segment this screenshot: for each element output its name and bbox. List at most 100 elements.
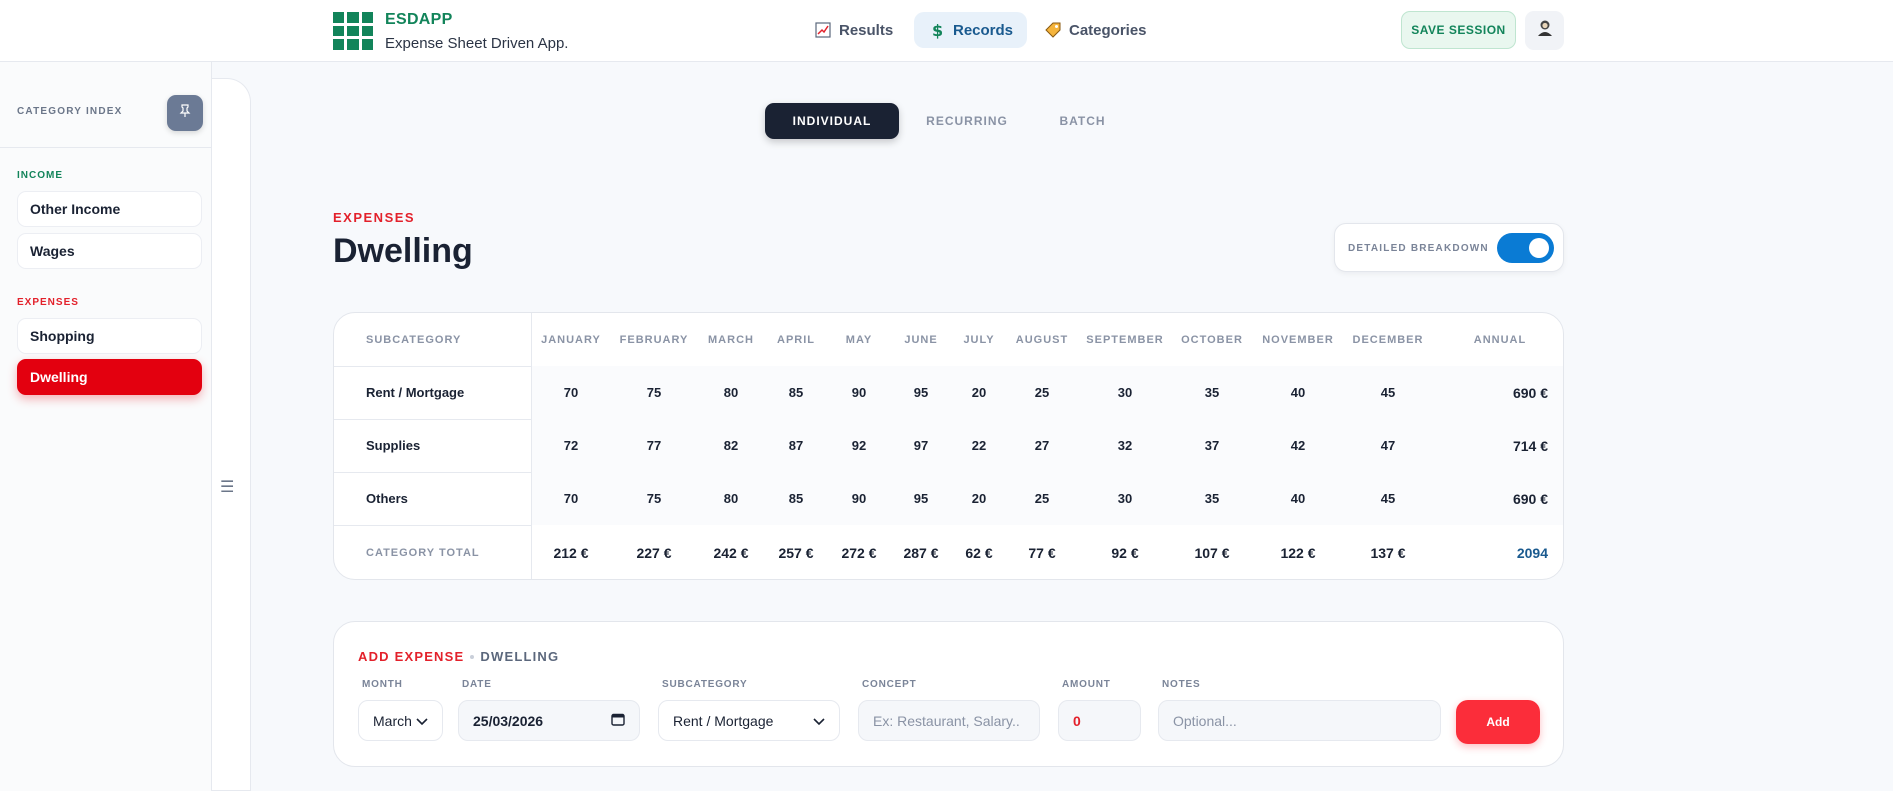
add-expense-category: DWELLING [480,649,560,664]
menu-icon: ☰ [220,479,235,496]
detailed-breakdown-toggle[interactable] [1497,233,1554,263]
table-cell-supplies-october[interactable]: 37 [1172,419,1252,472]
detailed-breakdown-control: DETAILED BREAKDOWN [1334,223,1564,272]
sidebar-section-income: INCOME [17,170,63,181]
amount-label: AMOUNT [1062,679,1111,690]
sidebar-item-other-income[interactable]: Other Income [17,191,202,227]
dollar-icon: $ [928,21,946,39]
table-cell-rent-mortgage-december[interactable]: 45 [1348,366,1428,419]
app-name: ESDAPP [385,11,453,28]
nav-records[interactable]: $ Records [914,12,1028,48]
notes-placeholder: Optional... [1173,712,1237,729]
table-annual-rent-mortgage: 690 € [1512,384,1548,401]
table-cell-supplies-august[interactable]: 27 [1002,419,1082,472]
table-header-january: JANUARY [541,333,601,346]
table-total-february: 227 € [636,545,672,561]
row-name-category-total: CATEGORY TOTAL [366,547,480,559]
table-cell-others-october[interactable]: 35 [1172,472,1252,525]
row-name-supplies: Supplies [366,438,421,453]
category-table: SUBCATEGORY JANUARY FEBRUARY MARCH APRIL MAY… [333,312,1564,580]
table-header-october: OCTOBER [1181,333,1243,346]
table-cell-supplies-december[interactable]: 47 [1348,419,1428,472]
add-expense-form: ADD EXPENSE DWELLING MONTH March DATE 25… [333,621,1564,767]
table-cell-rent-mortgage-november[interactable]: 40 [1258,366,1338,419]
table-cell-others-november[interactable]: 40 [1258,472,1338,525]
table-total-december: 137 € [1370,545,1406,561]
tag-icon [1044,21,1062,39]
subcategory-select[interactable]: Rent / Mortgage [658,700,840,741]
table-annual-others: 690 € [1512,490,1548,507]
concept-placeholder: Ex: Restaurant, Salary.. [873,712,1020,729]
table-cell-rent-mortgage-january[interactable]: 70 [531,366,611,419]
table-cell-others-january[interactable]: 70 [531,472,611,525]
tab-recurring[interactable]: RECURRING [912,103,1022,139]
nav-records-label: Records [953,21,1014,39]
chevron-down-icon [416,713,428,729]
tab-batch[interactable]: BATCH [1040,103,1125,139]
calendar-icon[interactable] [611,712,625,729]
row-name-rent-mortgage: Rent / Mortgage [366,385,465,400]
category-sidebar: CATEGORY INDEX INCOME Other Income Wages… [0,62,212,791]
concept-input[interactable]: Ex: Restaurant, Salary.. [858,700,1040,741]
row-name-others: Others [366,491,408,506]
table-header-subcategory: SUBCATEGORY [366,333,462,346]
table-total-january: 212 € [553,545,589,561]
table-header-december: DECEMBER [1352,333,1424,346]
chevron-down-icon [813,713,825,729]
add-expense-button[interactable]: Add [1456,700,1540,744]
table-cell-others-august[interactable]: 25 [1002,472,1082,525]
category-type: EXPENSES [333,210,416,225]
svg-text:$: $ [932,21,943,39]
nav-results-label: Results [839,21,894,39]
table-header-november: NOVEMBER [1262,333,1334,346]
table-total-september: 92 € [1111,545,1139,561]
nav-results[interactable]: Results [800,12,907,48]
save-session-button[interactable]: SAVE SESSION [1401,11,1516,49]
page-title: Dwelling [333,232,473,270]
brand: ESDAPP Expense Sheet Driven App. [385,11,568,52]
table-cell-supplies-november[interactable]: 42 [1258,419,1338,472]
amount-value: 0 [1073,712,1081,729]
concept-label: CONCEPT [862,679,917,690]
table-cell-others-february[interactable]: 75 [614,472,694,525]
nav-categories-label: Categories [1069,21,1147,39]
subcategory-label: SUBCATEGORY [662,679,748,690]
sidebar-title: CATEGORY INDEX [17,106,123,117]
user-menu-button[interactable] [1525,11,1564,50]
amount-input[interactable]: 0 [1058,700,1141,741]
sidebar-collapse-handle[interactable]: ☰ [212,78,251,791]
table-header-annual: ANNUAL [1473,333,1527,346]
month-select[interactable]: March [358,700,443,741]
table-cell-rent-mortgage-august[interactable]: 25 [1002,366,1082,419]
date-input[interactable]: 25/03/2026 [458,700,640,741]
table-total-november: 122 € [1280,545,1316,561]
nav-categories[interactable]: Categories [1030,12,1161,48]
table-cell-others-september[interactable]: 30 [1085,472,1165,525]
month-value: March [373,712,412,729]
notes-input[interactable]: Optional... [1158,700,1441,741]
sidebar-item-wages[interactable]: Wages [17,233,202,269]
table-cell-supplies-january[interactable]: 72 [531,419,611,472]
pin-icon [179,103,191,123]
table-cell-rent-mortgage-february[interactable]: 75 [614,366,694,419]
app-logo [333,12,373,50]
detailed-breakdown-label: DETAILED BREAKDOWN [1348,243,1489,254]
table-header-august: AUGUST [1015,333,1069,346]
app-header: ESDAPP Expense Sheet Driven App. Results… [0,0,1893,62]
tab-individual[interactable]: INDIVIDUAL [765,103,899,139]
app-tagline: Expense Sheet Driven App. [385,35,569,52]
date-value: 25/03/2026 [473,712,544,729]
month-label: MONTH [362,679,403,690]
table-cell-rent-mortgage-september[interactable]: 30 [1085,366,1165,419]
table-cell-rent-mortgage-october[interactable]: 35 [1172,366,1252,419]
table-cell-supplies-february[interactable]: 77 [614,419,694,472]
add-expense-heading: ADD EXPENSE DWELLING [358,649,559,664]
sidebar-item-shopping[interactable]: Shopping [17,318,202,354]
sidebar-section-expenses: EXPENSES [17,297,79,308]
table-cell-supplies-september[interactable]: 32 [1085,419,1165,472]
table-cell-others-december[interactable]: 45 [1348,472,1428,525]
subcategory-value: Rent / Mortgage [673,712,774,729]
sidebar-item-dwelling[interactable]: Dwelling [17,359,202,395]
pin-sidebar-button[interactable] [167,95,203,131]
table-total-august: 77 € [1028,545,1056,561]
